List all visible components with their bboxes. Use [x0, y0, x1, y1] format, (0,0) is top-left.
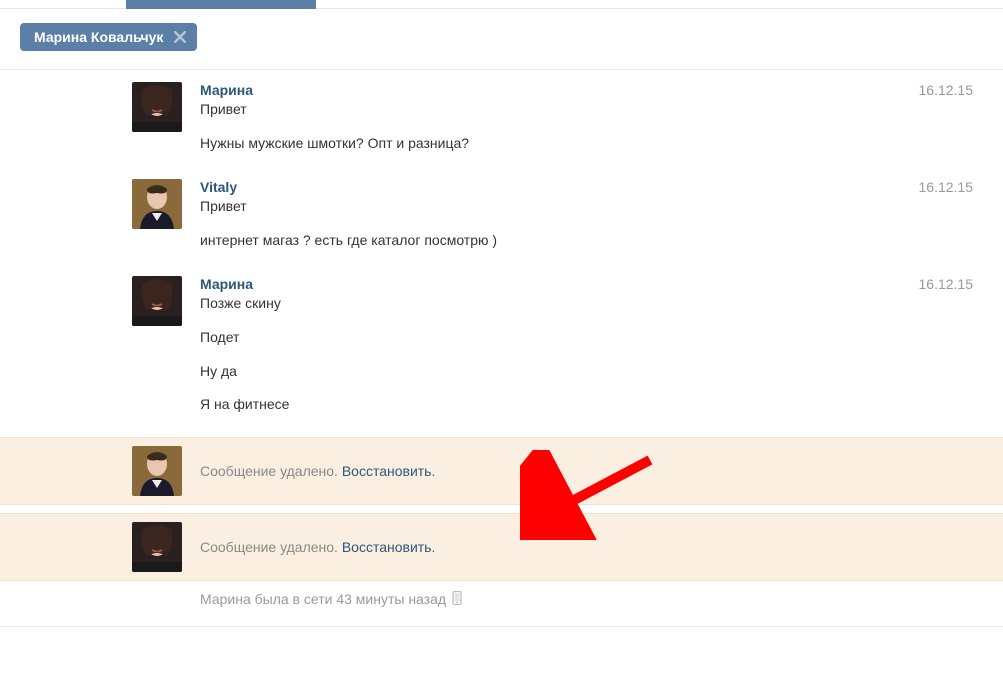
message-date: 16.12.15: [853, 276, 973, 428]
message-text: Позже скину: [200, 294, 841, 314]
deleted-message-row: Сообщение удалено. Восстановить.: [0, 437, 1003, 505]
active-tab-indicator[interactable]: [126, 0, 316, 9]
message-row[interactable]: Марина Привет Нужны мужские шмотки? Опт …: [0, 70, 1003, 167]
messages-list: Марина Привет Нужны мужские шмотки? Опт …: [0, 70, 1003, 627]
status-text: Марина была в сети 43 минуты назад: [200, 591, 446, 607]
filter-chip-bar: Марина Ковальчук: [0, 9, 1003, 70]
message-date: 16.12.15: [853, 82, 973, 167]
deleted-message-row: Сообщение удалено. Восстановить.: [0, 513, 1003, 581]
dialog-page: Марина Ковальчук: [0, 0, 1003, 627]
mobile-icon: [452, 591, 462, 608]
avatar[interactable]: [132, 82, 182, 132]
chip-label: Марина Ковальчук: [34, 29, 163, 45]
message-text: Привет: [200, 100, 841, 120]
dialog-user-chip[interactable]: Марина Ковальчук: [20, 23, 197, 51]
top-tab-bar: [0, 0, 1003, 9]
message-author[interactable]: Марина: [200, 276, 841, 292]
message-text: Я на фитнесе: [200, 395, 841, 415]
avatar[interactable]: [132, 446, 182, 496]
message-row[interactable]: Vitaly Привет интернет магаз ? есть где …: [0, 167, 1003, 264]
avatar[interactable]: [132, 276, 182, 326]
status-line: Марина была в сети 43 минуты назад: [0, 581, 1003, 627]
deleted-text: Сообщение удалено.: [200, 463, 342, 479]
message-author[interactable]: Vitaly: [200, 179, 841, 195]
message-text: Ну да: [200, 362, 841, 382]
close-icon[interactable]: [173, 30, 187, 44]
avatar[interactable]: [132, 522, 182, 572]
message-text: интернет магаз ? есть где каталог посмот…: [200, 231, 841, 251]
deleted-text: Сообщение удалено.: [200, 539, 342, 555]
message-text: Нужны мужские шмотки? Опт и разница?: [200, 134, 841, 154]
message-text: Подет: [200, 328, 841, 348]
message-text: Привет: [200, 197, 841, 217]
restore-link[interactable]: Восстановить.: [342, 539, 436, 555]
message-author[interactable]: Марина: [200, 82, 841, 98]
message-date: 16.12.15: [853, 179, 973, 264]
restore-link[interactable]: Восстановить.: [342, 463, 436, 479]
message-row[interactable]: Марина Позже скину Подет Ну да Я на фитн…: [0, 264, 1003, 428]
avatar[interactable]: [132, 179, 182, 229]
